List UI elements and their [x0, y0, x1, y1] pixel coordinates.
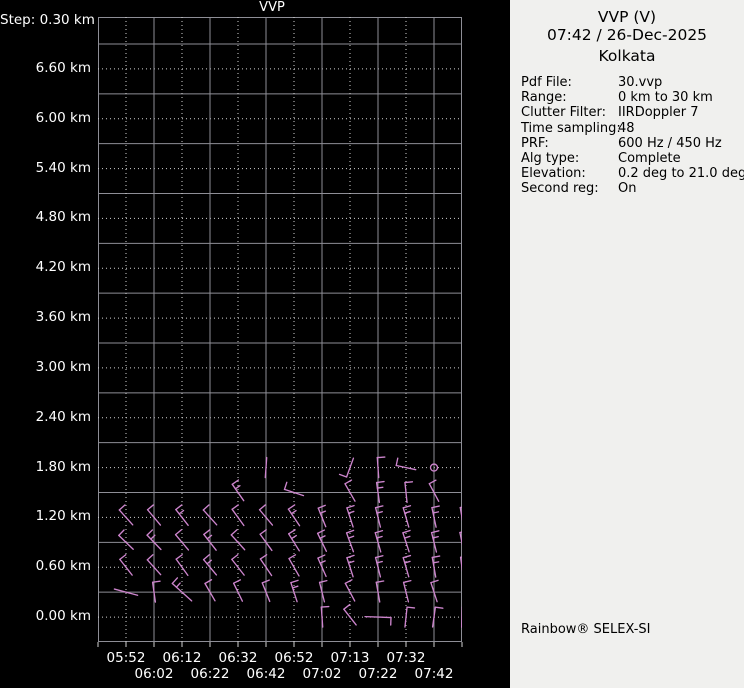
wind-profile-plot: VVP Step: 0.30 km 6.60 km 6.00 km 5.40 km 4… [0, 0, 510, 688]
y-axis-label: 0.00 km [35, 608, 91, 625]
wind-barb [374, 529, 384, 553]
y-axis-label: 4.20 km [35, 259, 91, 276]
info-field-row: Time sampling: 48 [521, 121, 744, 136]
info-field-value: On [618, 181, 637, 197]
info-field-value: 30.vvp [618, 75, 663, 90]
y-axis-label: 4.80 km [35, 209, 91, 226]
wind-barb [175, 504, 189, 526]
x-axis-label: 07:42 [414, 666, 454, 682]
x-axis-label: 07:32 [386, 650, 426, 666]
x-axis-label: 07:22 [358, 666, 398, 682]
wind-barb [346, 504, 355, 528]
info-field-label: Pdf File: [521, 75, 572, 90]
wind-barb [230, 529, 246, 551]
plot-canvas [97, 17, 463, 647]
info-field-label: Clutter Filter: [521, 105, 606, 121]
wind-barb [431, 555, 441, 578]
wind-barb [404, 606, 416, 628]
x-axis-ticks [97, 642, 463, 647]
wind-barb [118, 529, 134, 550]
x-axis-label: 06:02 [134, 666, 174, 682]
wind-barb [395, 457, 417, 471]
wind-barb [402, 505, 412, 528]
y-axis-label: 3.60 km [35, 309, 91, 326]
y-axis-label: 6.00 km [35, 109, 91, 126]
info-field-label: PRF: [521, 135, 549, 151]
x-axis-label: 06:42 [246, 666, 286, 682]
y-axis-label: 2.40 km [35, 408, 91, 425]
y-axis-label: 3.00 km [35, 358, 91, 375]
info-field-value: 48 [618, 120, 635, 136]
plot-title: VVP [259, 0, 285, 15]
info-field-row: PRF: 600 Hz / 450 Hz [521, 136, 744, 151]
y-axis-label: 1.20 km [35, 508, 91, 525]
info-field-row: Pdf File: 30.vvp [521, 75, 744, 90]
wind-barb [287, 504, 301, 527]
info-field-value: 0 km to 30 km [618, 90, 713, 106]
panel-site: Kolkata [598, 47, 656, 65]
y-axis-label: 1.80 km [35, 458, 91, 475]
panel-datetime: 07:42 / 26-Dec-2025 [546, 26, 708, 44]
x-axis-label: 06:12 [162, 650, 202, 666]
info-field-row: Second reg: On [521, 181, 744, 196]
brand-footer: Rainbow® SELEX-SI [521, 622, 651, 637]
step-label: Step: 0.30 km [0, 12, 95, 28]
wind-barb [374, 505, 384, 528]
wind-barb [460, 606, 462, 628]
info-field-value: 600 Hz / 450 Hz [618, 135, 722, 151]
wind-barb [374, 555, 384, 578]
wind-barb [290, 579, 299, 603]
wind-barb [431, 505, 440, 528]
info-field-label: Second reg: [521, 181, 599, 197]
x-axis-label: 06:22 [190, 666, 230, 682]
wind-barb [174, 529, 190, 551]
info-field-label: Elevation: [521, 166, 586, 182]
x-axis-label: 05:52 [106, 650, 146, 666]
info-panel: VVP (V) 07:42 / 26-Dec-2025 Kolkata Pdf … [510, 0, 744, 688]
info-field-value: Complete [618, 151, 681, 167]
vvp-window: VVP Step: 0.30 km 6.60 km 6.00 km 5.40 km 4… [0, 0, 744, 688]
x-axis-label: 07:02 [302, 666, 342, 682]
x-axis-label: 06:32 [218, 650, 258, 666]
y-axis-label: 5.40 km [35, 159, 91, 176]
wind-barb [402, 579, 412, 603]
wind-barb [430, 530, 440, 553]
x-axis-label: 06:52 [274, 650, 314, 666]
wind-barb [402, 554, 412, 578]
info-field-label: Range: [521, 90, 567, 106]
panel-title: VVP (V) [597, 8, 657, 26]
info-field-row: Alg type: Complete [521, 151, 744, 166]
info-field-value: 0.2 deg to 21.0 deg [618, 166, 744, 182]
info-field-row: Elevation: 0.2 deg to 21.0 deg [521, 166, 744, 181]
info-field-value: IIRDoppler 7 [618, 105, 699, 121]
info-field-label: Time sampling: [521, 120, 621, 136]
x-axis-label: 07:13 [330, 650, 370, 666]
wind-barb [318, 579, 328, 603]
info-field-row: Range: 0 km to 30 km [521, 90, 744, 105]
wind-barb [375, 580, 385, 603]
info-fields: Pdf File: 30.vvp Range: 0 km to 30 km Clutte… [521, 75, 744, 197]
info-field-label: Alg type: [521, 151, 580, 167]
info-field-row: Clutter Filter: IIRDoppler 7 [521, 105, 744, 120]
y-axis-label: 6.60 km [35, 59, 91, 76]
y-axis-label: 0.60 km [35, 558, 91, 575]
wind-barb [231, 504, 245, 527]
